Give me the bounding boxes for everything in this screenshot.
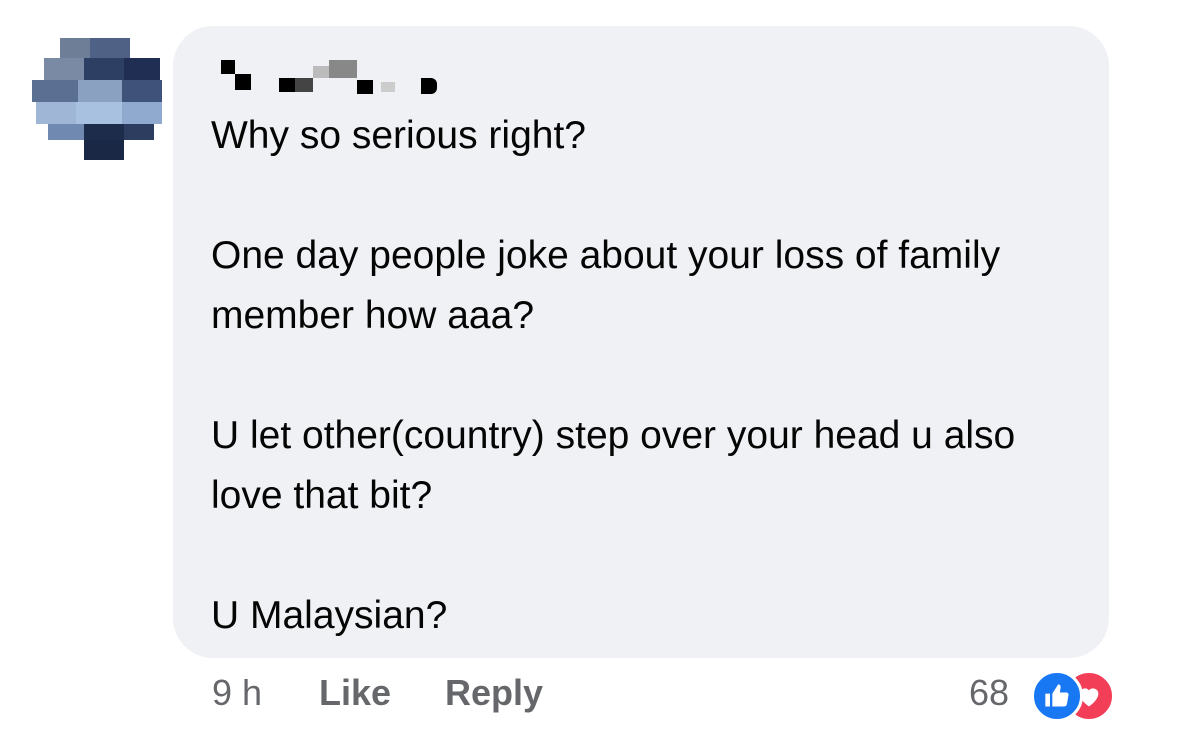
like-icon bbox=[1031, 670, 1083, 722]
reaction-count: 68 bbox=[969, 672, 1010, 713]
avatar-pixel bbox=[84, 124, 124, 140]
name-pixel bbox=[313, 66, 329, 78]
like-button[interactable]: Like bbox=[319, 672, 391, 714]
name-pixel bbox=[357, 80, 373, 94]
avatar-pixel bbox=[78, 80, 122, 102]
name-pixel bbox=[221, 60, 235, 74]
avatar-pixel bbox=[90, 38, 130, 58]
name-pixel bbox=[421, 78, 437, 94]
comment-line: U Malaysian? bbox=[211, 594, 448, 637]
avatar-pixel bbox=[122, 80, 162, 102]
comment-line: U let other(country) step over your head… bbox=[211, 414, 1016, 517]
avatar-pixel bbox=[124, 58, 160, 80]
name-pixel bbox=[235, 74, 251, 90]
avatar-pixel bbox=[60, 38, 90, 58]
avatar-pixel bbox=[122, 102, 162, 124]
comment-line: Why so serious right? bbox=[211, 114, 586, 157]
avatar-pixel bbox=[36, 102, 76, 124]
name-pixel bbox=[329, 60, 357, 78]
reaction-summary[interactable]: 68 bbox=[969, 670, 1139, 722]
name-pixel bbox=[279, 78, 295, 92]
comment-line: One day people joke about your loss of f… bbox=[211, 234, 1001, 337]
avatar[interactable] bbox=[32, 38, 164, 160]
avatar-pixel bbox=[44, 58, 84, 80]
name-pixel bbox=[381, 82, 395, 92]
avatar-pixel bbox=[84, 58, 124, 80]
avatar-pixel bbox=[48, 124, 84, 140]
avatar-pixel bbox=[124, 124, 154, 140]
avatar-pixel bbox=[32, 80, 78, 102]
comment-text: Why so serious right? One day people jok… bbox=[211, 106, 1091, 646]
avatar-pixel bbox=[84, 140, 124, 160]
reply-button[interactable]: Reply bbox=[445, 672, 543, 714]
author-name[interactable] bbox=[215, 56, 455, 104]
name-pixel bbox=[295, 78, 313, 92]
avatar-pixel bbox=[76, 102, 122, 124]
timestamp[interactable]: 9 h bbox=[212, 672, 262, 714]
